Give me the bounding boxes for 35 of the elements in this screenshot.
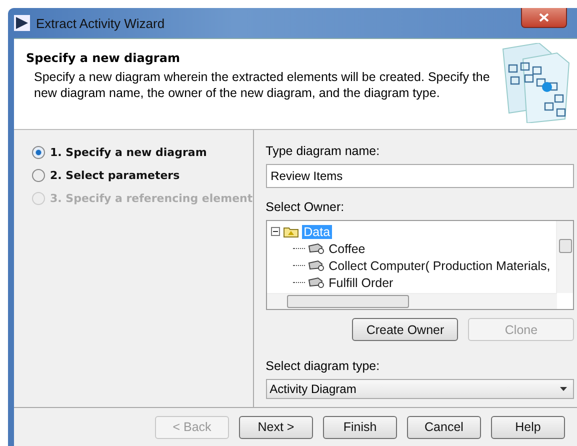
- tree-item[interactable]: Fulfill Order: [326, 276, 396, 290]
- field-label: Type diagram name:: [266, 144, 381, 158]
- close-icon: [539, 13, 549, 22]
- owner-button[interactable]: Create Owner: [352, 318, 458, 341]
- dropdown-arrow-icon: [560, 387, 568, 391]
- step-radio[interactable]: [32, 146, 45, 159]
- step-radio[interactable]: [32, 169, 45, 182]
- collapse-icon[interactable]: [270, 227, 280, 236]
- horizontal-scrollbar[interactable]: [266, 293, 558, 309]
- step-label: 2. Select parameters: [50, 169, 180, 182]
- diagram-type-dropdown[interactable]: Activity Diagram: [266, 379, 574, 399]
- app-icon: [14, 15, 30, 31]
- step-label: 3. Specify a referencing element: [50, 192, 253, 205]
- window-title: Extract Activity Wizard: [36, 16, 165, 30]
- wizard-button[interactable]: Next >: [239, 416, 313, 438]
- diagram-name-field[interactable]: Review Items: [266, 164, 574, 188]
- tree-line: [292, 265, 305, 266]
- field-label: Select Owner:: [266, 200, 346, 214]
- tree-line: [292, 282, 305, 283]
- page-description: Specify a new diagram wherein the extracted elements will be created. Specify the new diagram name, the owner of the new diagram, and the diagram type.: [33, 69, 491, 101]
- tree-item[interactable]: Coffee: [326, 242, 368, 256]
- vertical-scrollbar[interactable]: [556, 221, 574, 293]
- activity-icon: [308, 260, 324, 271]
- wizard-button[interactable]: Help: [491, 416, 565, 438]
- close-button[interactable]: [521, 8, 567, 28]
- step-label: 1. Specify a new diagram: [50, 146, 207, 159]
- activity-icon: [308, 243, 324, 254]
- wizard-button[interactable]: Cancel: [407, 416, 481, 438]
- tree-item[interactable]: Collect Computer( Production Materials,: [326, 258, 552, 272]
- field-label: Select diagram type:: [266, 359, 381, 373]
- tree-line: [292, 248, 305, 249]
- page-title: Specify a new diagram: [26, 51, 181, 65]
- activity-icon: [308, 277, 324, 288]
- wizard-button[interactable]: Finish: [323, 416, 397, 438]
- package-folder-icon: [282, 226, 299, 238]
